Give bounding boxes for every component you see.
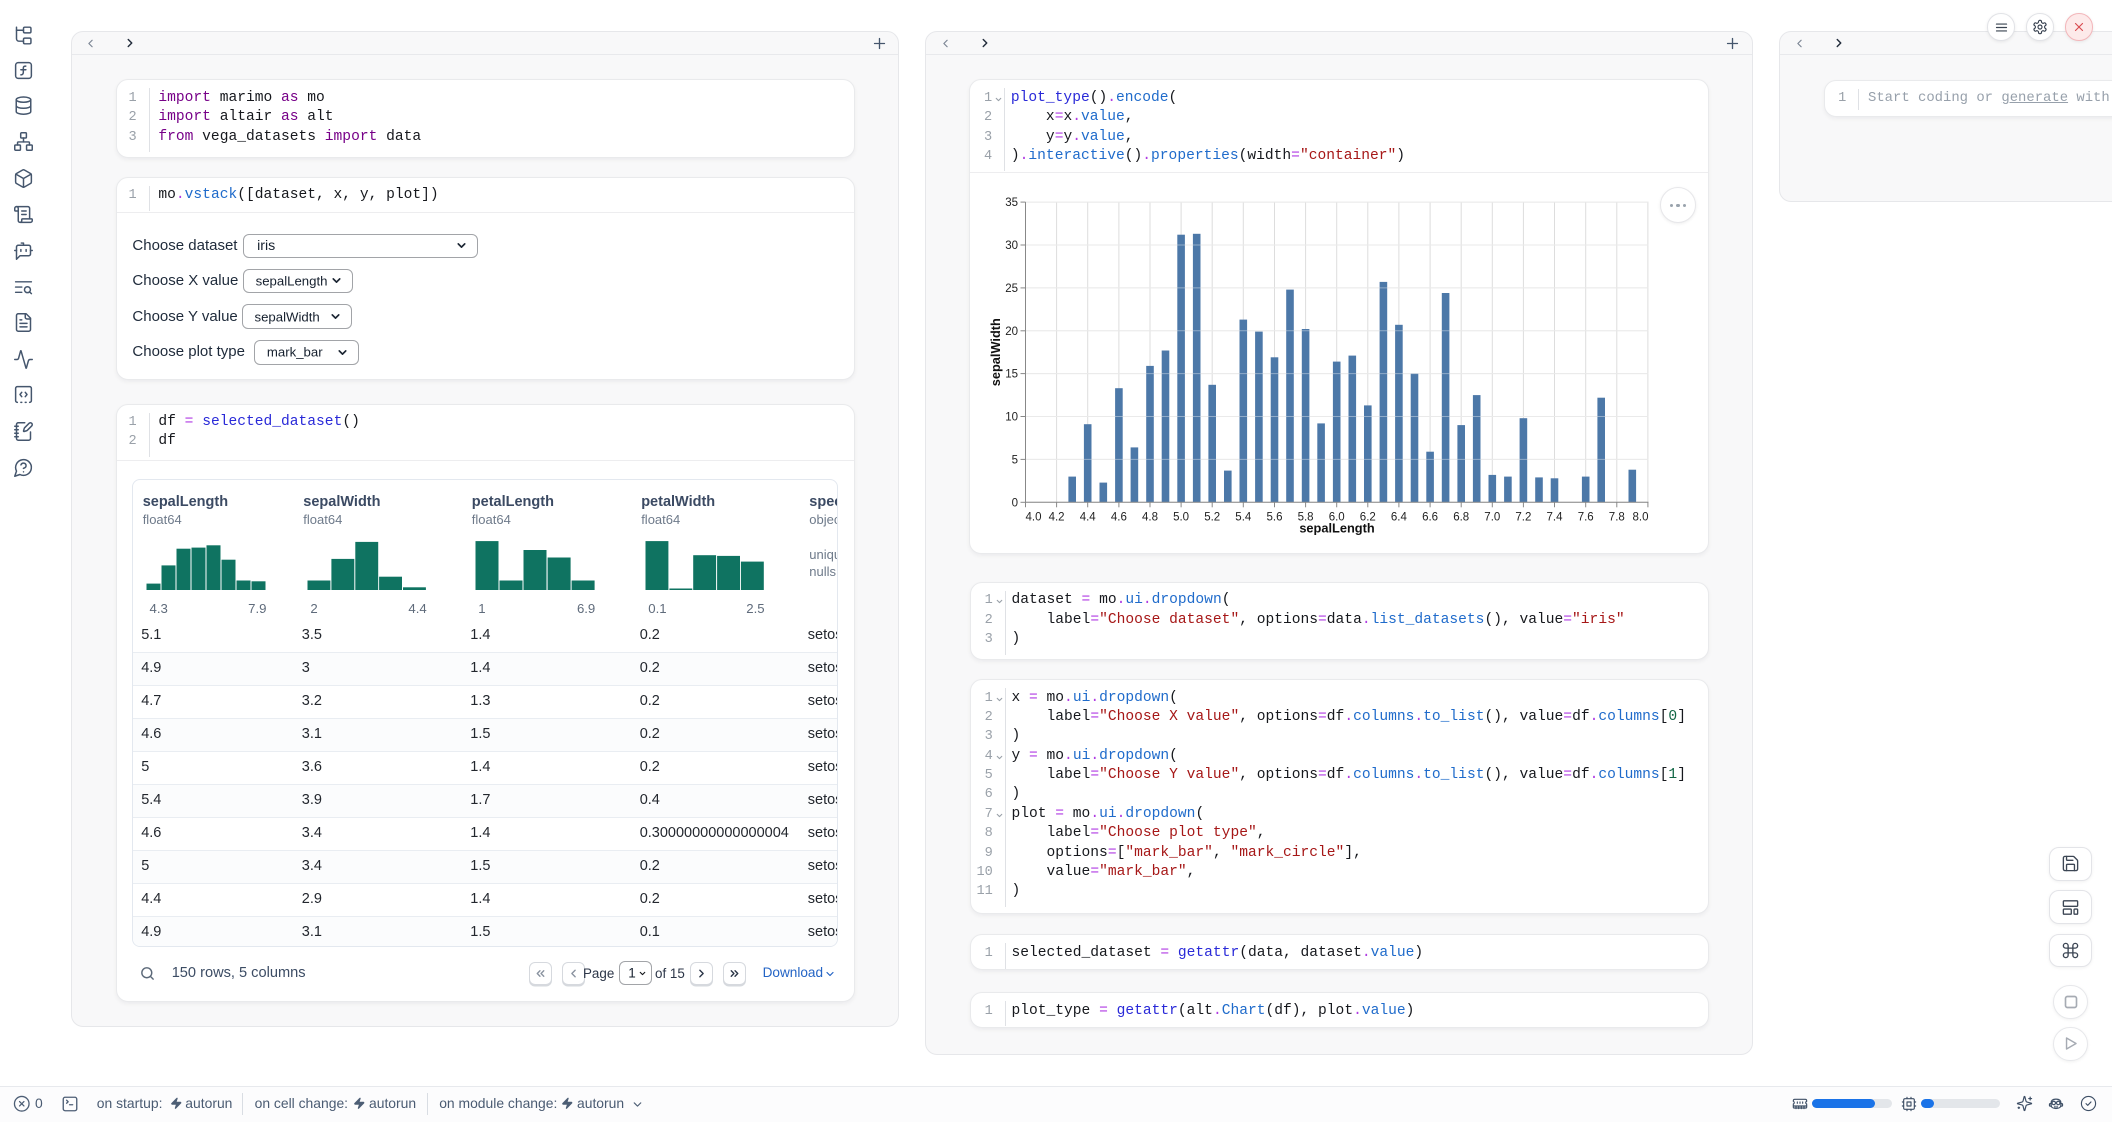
svg-text:7.2: 7.2 <box>1515 511 1531 523</box>
svg-text:6.8: 6.8 <box>1453 511 1469 523</box>
svg-text:20: 20 <box>1005 326 1018 338</box>
svg-text:4.8: 4.8 <box>1142 511 1158 523</box>
svg-text:8.0: 8.0 <box>1633 511 1649 523</box>
svg-text:7.0: 7.0 <box>1484 511 1500 523</box>
svg-text:30: 30 <box>1005 240 1018 252</box>
svg-text:4.2: 4.2 <box>1049 511 1065 523</box>
svg-text:4.0: 4.0 <box>1026 511 1042 523</box>
svg-text:7.4: 7.4 <box>1547 511 1564 523</box>
svg-text:6.6: 6.6 <box>1422 511 1438 523</box>
svg-text:5.0: 5.0 <box>1173 511 1189 523</box>
svg-text:sepalWidth: sepalWidth <box>988 318 1003 386</box>
svg-text:10: 10 <box>1005 412 1018 424</box>
svg-text:7.8: 7.8 <box>1609 511 1625 523</box>
svg-text:25: 25 <box>1005 283 1018 295</box>
svg-text:35: 35 <box>1005 197 1018 209</box>
svg-text:5: 5 <box>1012 454 1018 466</box>
svg-text:4.4: 4.4 <box>1080 511 1097 523</box>
svg-text:6.4: 6.4 <box>1391 511 1408 523</box>
svg-text:5.4: 5.4 <box>1235 511 1252 523</box>
svg-text:5.6: 5.6 <box>1267 511 1283 523</box>
svg-text:7.6: 7.6 <box>1578 511 1594 523</box>
svg-text:5.2: 5.2 <box>1204 511 1220 523</box>
svg-text:0: 0 <box>1012 497 1018 509</box>
svg-text:15: 15 <box>1005 369 1018 381</box>
svg-text:4.6: 4.6 <box>1111 511 1127 523</box>
svg-text:sepalLength: sepalLength <box>1299 521 1375 536</box>
